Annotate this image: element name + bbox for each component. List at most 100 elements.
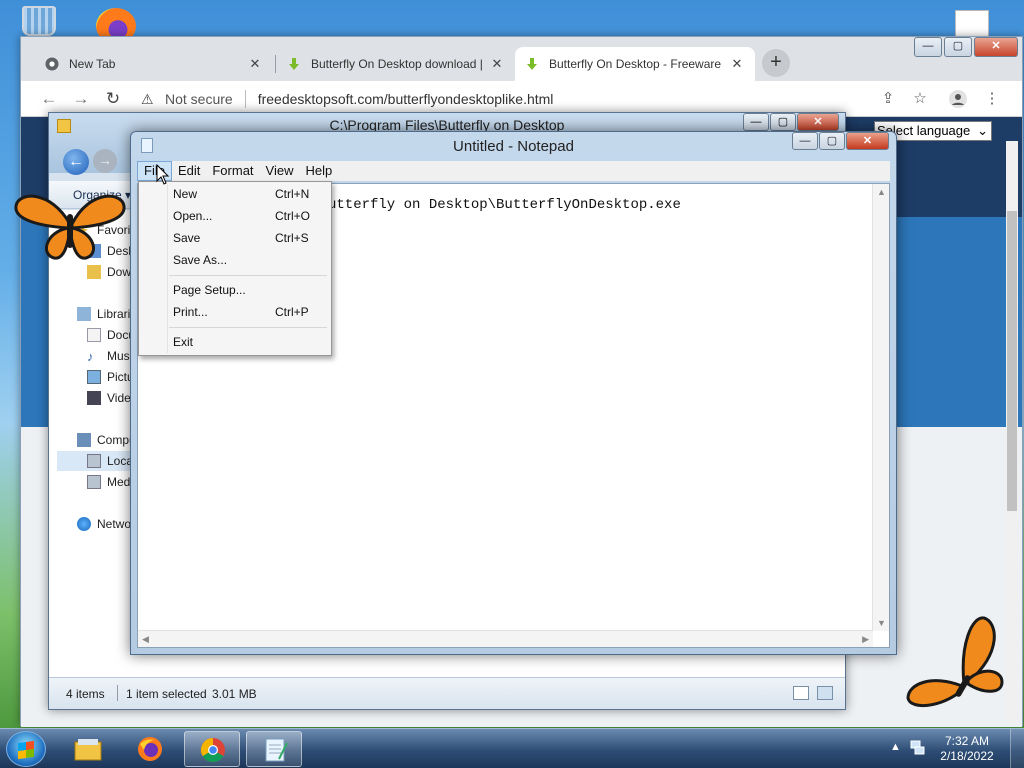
divider <box>244 90 246 108</box>
clock[interactable]: 7:32 AM 2/18/2022 <box>932 734 1002 764</box>
start-button[interactable] <box>6 731 46 767</box>
menu-item-page-setup[interactable]: Page Setup... <box>141 280 329 300</box>
menu-edit[interactable]: Edit <box>172 161 206 181</box>
minimize-button[interactable]: — <box>792 132 818 150</box>
network-icon <box>77 517 91 531</box>
documents-icon <box>87 328 101 342</box>
taskbar-chrome[interactable] <box>184 731 240 767</box>
menu-item-shortcut: Ctrl+S <box>275 231 309 245</box>
tab-butterfly-download[interactable]: Butterfly On Desktop download | ✕ <box>277 47 515 81</box>
notepad-window-controls: — ▢ ✕ <box>791 132 889 150</box>
close-button[interactable]: ✕ <box>846 132 889 150</box>
tab-new-tab[interactable]: New Tab ✕ <box>35 47 273 81</box>
menu-item-open[interactable]: Open... Ctrl+O <box>141 206 329 226</box>
notepad-icon <box>265 738 288 762</box>
show-hidden-icons-icon[interactable]: ▲ <box>890 741 901 753</box>
close-button[interactable]: ✕ <box>797 113 839 131</box>
editor-text[interactable]: utterfly on Desktop\ButterflyOnDesktop.e… <box>328 197 681 213</box>
menu-format[interactable]: Format <box>206 161 259 181</box>
url-text[interactable]: freedesktopsoft.com/butterflyondesktopli… <box>258 91 554 107</box>
tab-close-icon[interactable]: ✕ <box>729 56 745 72</box>
page-scrollbar[interactable] <box>1006 141 1018 723</box>
menu-kebab-icon[interactable]: ⋮ <box>983 90 1001 108</box>
maximize-button[interactable]: ▢ <box>819 132 845 150</box>
menu-item-save[interactable]: Save Ctrl+S <box>141 228 329 248</box>
scroll-thumb[interactable] <box>1007 211 1017 511</box>
minimize-button[interactable]: — <box>914 37 942 57</box>
back-icon[interactable]: ← <box>39 89 59 109</box>
recycle-bin-icon[interactable] <box>22 6 56 36</box>
tab-strip: New Tab ✕ Butterfly On Desktop download … <box>21 37 1022 81</box>
downloads-icon <box>87 265 101 279</box>
tab-close-icon[interactable]: ✕ <box>489 56 505 72</box>
profile-icon[interactable] <box>949 90 967 108</box>
selected-size: 3.01 MB <box>212 687 257 701</box>
butterfly-icon[interactable] <box>902 614 1006 714</box>
menu-item-exit[interactable]: Exit <box>141 332 329 352</box>
library-icon <box>77 307 91 321</box>
download-arrow-icon <box>527 58 537 70</box>
download-arrow-icon <box>289 58 299 70</box>
scroll-left-icon[interactable]: ◀ <box>142 634 149 645</box>
forward-button-icon[interactable]: → <box>93 149 117 173</box>
minimize-button[interactable]: — <box>743 113 769 131</box>
forward-icon[interactable]: → <box>71 89 91 109</box>
scroll-up-icon[interactable]: ▲ <box>877 187 886 197</box>
menu-item-save-as[interactable]: Save As... <box>141 250 329 270</box>
chrome-icon <box>200 738 225 763</box>
explorer-window-controls: — ▢ ✕ <box>742 113 839 131</box>
menu-separator <box>169 275 327 276</box>
menu-item-label: New <box>173 187 198 201</box>
menu-separator <box>169 327 327 328</box>
clock-time: 7:32 AM <box>944 734 990 748</box>
selected-count: 1 item selected <box>126 687 207 701</box>
videos-icon <box>87 391 101 405</box>
clock-date: 2/18/2022 <box>940 749 994 763</box>
warning-icon[interactable]: ⚠ <box>141 91 157 108</box>
reload-icon[interactable]: ↻ <box>103 89 123 109</box>
menu-item-new[interactable]: New Ctrl+N <box>141 184 329 204</box>
system-tray: ▲ 7:32 AM 2/18/2022 <box>884 729 1024 768</box>
taskbar: ▲ 7:32 AM 2/18/2022 <box>0 728 1024 768</box>
butterfly-icon[interactable] <box>10 184 130 264</box>
menu-view[interactable]: View <box>260 161 300 181</box>
music-icon: ♪ <box>87 349 94 364</box>
notepad-title: Untitled - Notepad <box>453 138 574 155</box>
show-desktop-button[interactable] <box>1010 729 1024 768</box>
pictures-icon <box>87 370 101 384</box>
scroll-down-icon[interactable]: ▼ <box>877 618 886 628</box>
new-tab-button[interactable]: + <box>762 49 790 77</box>
close-button[interactable]: ✕ <box>974 37 1018 57</box>
menu-item-shortcut: Ctrl+P <box>275 305 309 319</box>
tab-title: Butterfly On Desktop download | <box>311 57 483 71</box>
scroll-right-icon[interactable]: ▶ <box>862 634 869 645</box>
network-icon[interactable] <box>910 739 926 755</box>
tab-butterfly-freeware[interactable]: Butterfly On Desktop - Freeware ✕ <box>515 47 755 81</box>
menu-bar: File Edit Format View Help <box>137 161 890 181</box>
menu-item-label: Exit <box>173 335 194 349</box>
menu-item-shortcut: Ctrl+O <box>275 209 311 223</box>
vertical-scrollbar[interactable]: ▲ ▼ <box>872 184 889 631</box>
menu-item-label: Page Setup... <box>173 283 246 297</box>
horizontal-scrollbar[interactable]: ◀ ▶ <box>138 630 873 647</box>
menu-item-label: Open... <box>173 209 213 223</box>
preview-view-icon[interactable] <box>817 686 833 700</box>
security-label[interactable]: Not secure <box>165 91 233 107</box>
back-button-icon[interactable]: ← <box>63 149 89 175</box>
taskbar-explorer[interactable] <box>60 731 116 767</box>
file-menu-dropdown: New Ctrl+N Open... Ctrl+O Save Ctrl+S Save … <box>138 181 332 356</box>
taskbar-firefox[interactable] <box>122 731 178 767</box>
item-count: 4 items <box>66 687 105 701</box>
bookmark-star-icon[interactable]: ☆ <box>911 90 929 108</box>
menu-item-print[interactable]: Print... Ctrl+P <box>141 302 329 322</box>
maximize-button[interactable]: ▢ <box>770 113 796 131</box>
maximize-button[interactable]: ▢ <box>944 37 972 57</box>
details-view-icon[interactable] <box>793 686 809 700</box>
tab-close-icon[interactable]: ✕ <box>247 56 263 72</box>
taskbar-notepad[interactable] <box>246 731 302 767</box>
share-icon[interactable]: ⇪ <box>879 90 897 108</box>
address-bar[interactable]: ⚠ Not secure freedesktopsoft.com/butterf… <box>141 86 901 112</box>
firefox-icon <box>138 737 162 761</box>
menu-help[interactable]: Help <box>299 161 338 181</box>
tab-title: New Tab <box>69 57 116 71</box>
